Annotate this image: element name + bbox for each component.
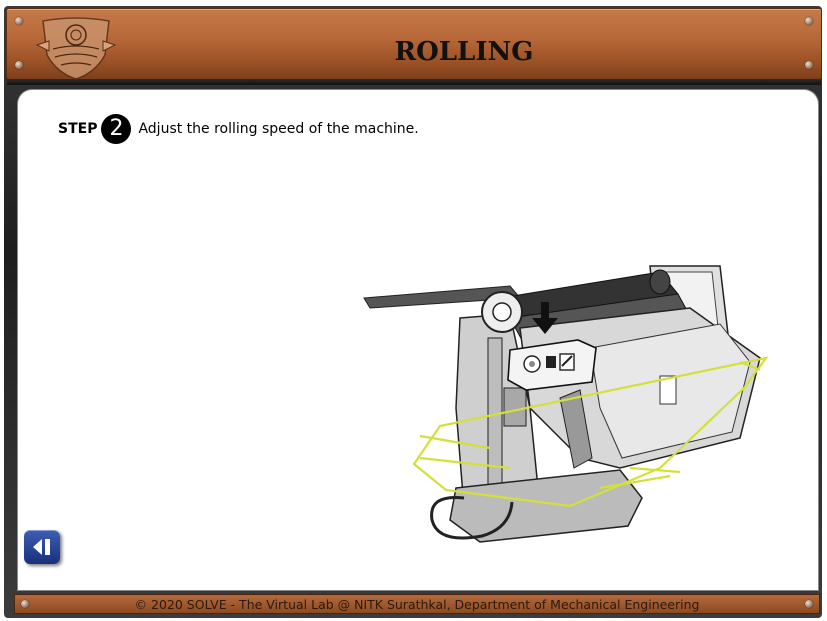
footer-copyright: © 2020 SOLVE - The Virtual Lab @ NITK Su… xyxy=(134,597,700,612)
plate-rolling-machine[interactable] xyxy=(360,258,780,548)
rivet-icon xyxy=(805,17,813,25)
step-label: STEP xyxy=(58,121,98,137)
back-step-button[interactable] xyxy=(24,530,60,564)
rivet-icon xyxy=(15,17,23,25)
step-number-badge: 2 xyxy=(101,114,132,144)
step-text: Adjust the rolling speed of the machine. xyxy=(138,121,419,137)
footer-bar: © 2020 SOLVE - The Virtual Lab @ NITK Su… xyxy=(14,594,820,614)
page-title: ROLLING xyxy=(394,37,534,67)
back-step-icon xyxy=(33,539,50,555)
header-bar: ROLLING xyxy=(6,8,822,85)
step-instruction: STEP 2 Adjust the rolling speed of the m… xyxy=(58,114,419,144)
